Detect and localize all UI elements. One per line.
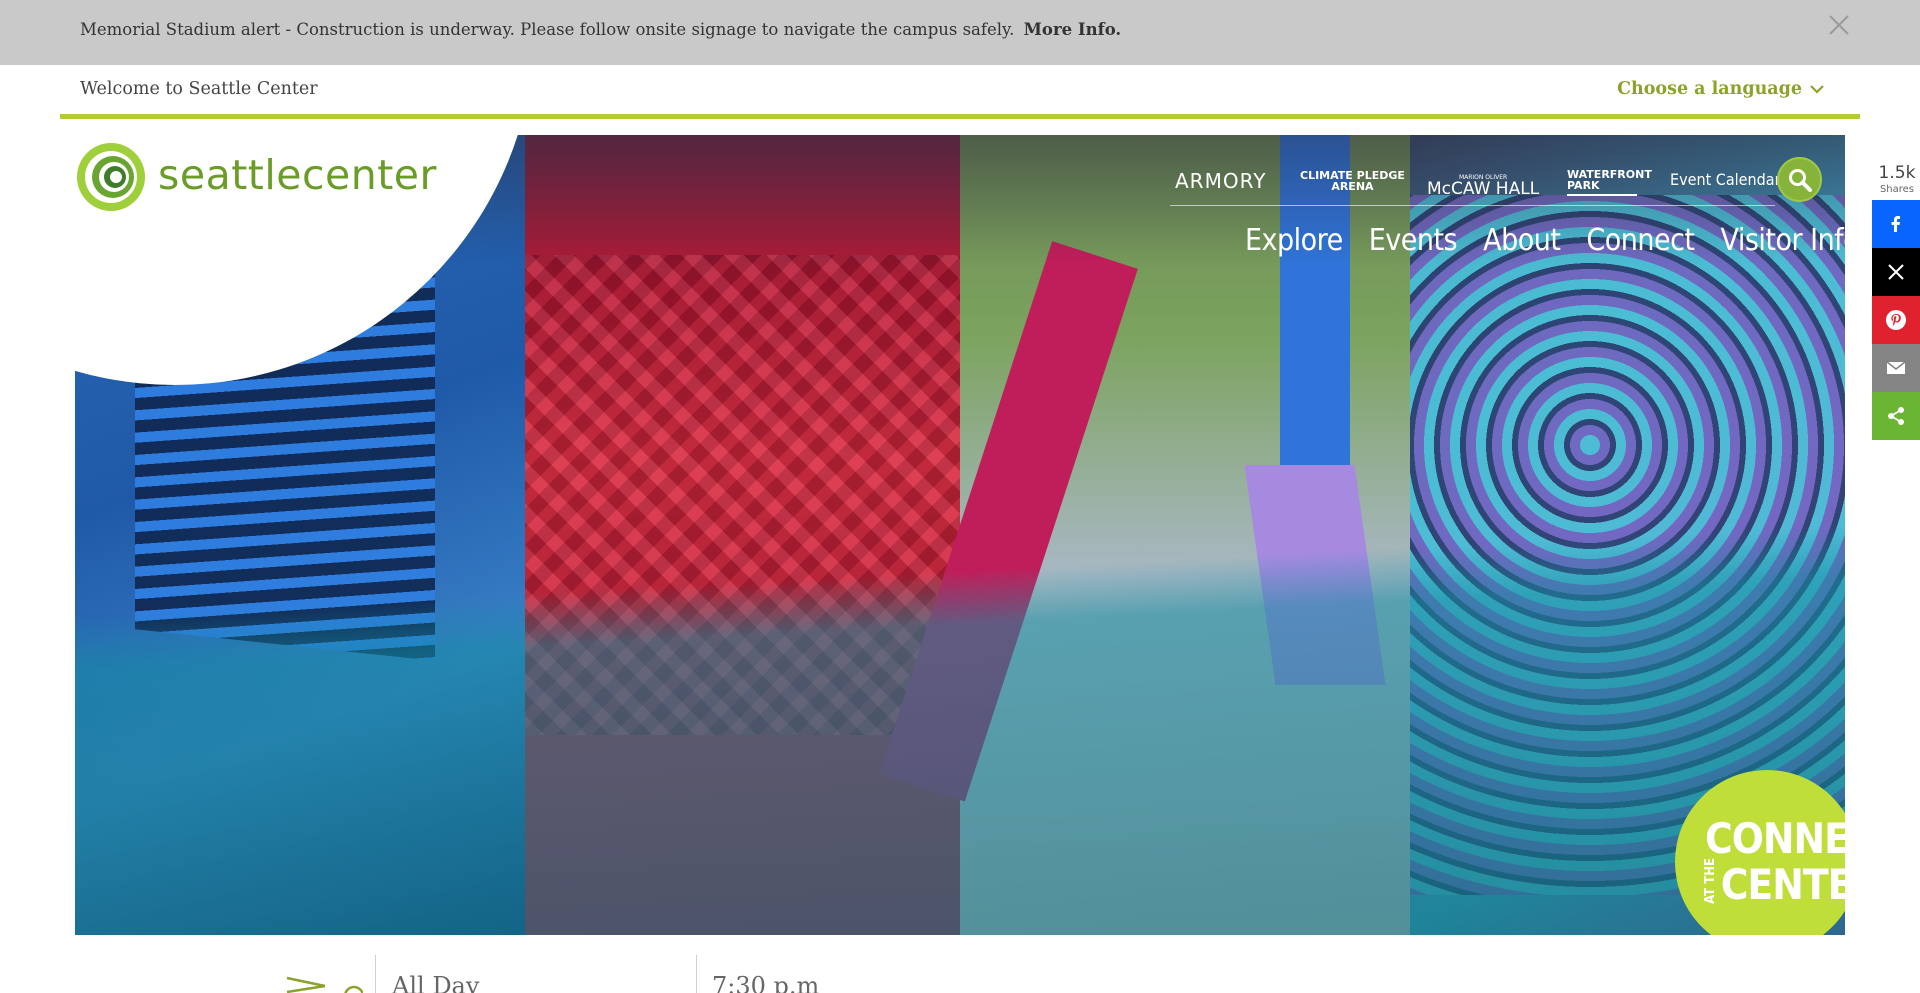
event-time-2: 7:30 p.m bbox=[712, 972, 820, 993]
pinterest-icon bbox=[1886, 310, 1906, 330]
climate-pledge-arena-logo[interactable]: CLIMATE PLEDGE ARENA bbox=[1300, 170, 1405, 192]
events-strip: All Day 7:30 p.m bbox=[0, 950, 1920, 993]
event-category-icon bbox=[286, 976, 363, 993]
facebook-icon bbox=[1891, 216, 1900, 232]
more-share-button[interactable] bbox=[1872, 392, 1920, 440]
share-count: 1.5k Shares bbox=[1874, 163, 1920, 195]
email-icon bbox=[1886, 361, 1906, 374]
facebook-share-button[interactable] bbox=[1872, 200, 1920, 248]
utility-bar: Welcome to Seattle Center Choose a langu… bbox=[0, 65, 1920, 115]
nav-visitor-info[interactable]: Visitor Info bbox=[1721, 223, 1845, 258]
waterfront-park-logo[interactable]: WATERFRONT PARK bbox=[1567, 169, 1652, 196]
language-selector[interactable]: Choose a language bbox=[1617, 79, 1824, 99]
alert-more-info-link[interactable]: More Info. bbox=[1024, 20, 1121, 39]
search-icon bbox=[1788, 168, 1812, 192]
nav-explore[interactable]: Explore bbox=[1245, 223, 1343, 258]
logo-rings-icon bbox=[77, 143, 145, 211]
badge-small: AT THE bbox=[1703, 857, 1718, 904]
search-button[interactable] bbox=[1777, 157, 1822, 202]
chevron-down-icon bbox=[1810, 85, 1824, 94]
armory-logo[interactable]: ARMORY bbox=[1175, 171, 1266, 191]
nav-events[interactable]: Events bbox=[1369, 223, 1458, 258]
share-count-label: Shares bbox=[1879, 184, 1915, 195]
language-label: Choose a language bbox=[1617, 79, 1802, 99]
event-time-1: All Day bbox=[392, 972, 480, 993]
mccaw-text: McCAW HALL bbox=[1427, 179, 1540, 199]
alert-bar: Memorial Stadium alert - Construction is… bbox=[0, 0, 1920, 65]
badge-line2: CENTER bbox=[1720, 859, 1845, 909]
alert-message: Memorial Stadium alert - Construction is… bbox=[80, 20, 1121, 39]
share-icon bbox=[1888, 407, 1904, 425]
badge-line1: CONNECT bbox=[1705, 814, 1845, 863]
pinterest-share-button[interactable] bbox=[1872, 296, 1920, 344]
climate-line2: ARENA bbox=[1331, 180, 1374, 193]
welcome-text: Welcome to Seattle Center bbox=[80, 79, 318, 99]
hero-banner: seattlecenter ARMORY CLIMATE PLEDGE AREN… bbox=[75, 135, 1845, 935]
main-navigation: Explore Events About Connect Visitor Inf… bbox=[1245, 223, 1845, 258]
waterfront-line2: PARK bbox=[1567, 179, 1600, 192]
x-share-button[interactable] bbox=[1872, 248, 1920, 296]
mccaw-hall-logo[interactable]: MARION OLIVER McCAW HALL bbox=[1427, 175, 1539, 198]
nav-connect[interactable]: Connect bbox=[1586, 223, 1695, 258]
header-divider bbox=[60, 114, 1860, 119]
logo-wordmark: seattlecenter bbox=[158, 151, 437, 199]
nav-about[interactable]: About bbox=[1483, 223, 1561, 258]
share-count-number: 1.5k bbox=[1878, 163, 1916, 183]
x-icon bbox=[1888, 264, 1904, 280]
close-icon[interactable] bbox=[1827, 13, 1851, 37]
alert-text: Memorial Stadium alert - Construction is… bbox=[80, 20, 1015, 39]
event-calendar-link[interactable]: Event Calendar bbox=[1670, 170, 1781, 189]
site-logo[interactable]: seattlecenter bbox=[75, 138, 436, 213]
email-share-button[interactable] bbox=[1872, 344, 1920, 392]
